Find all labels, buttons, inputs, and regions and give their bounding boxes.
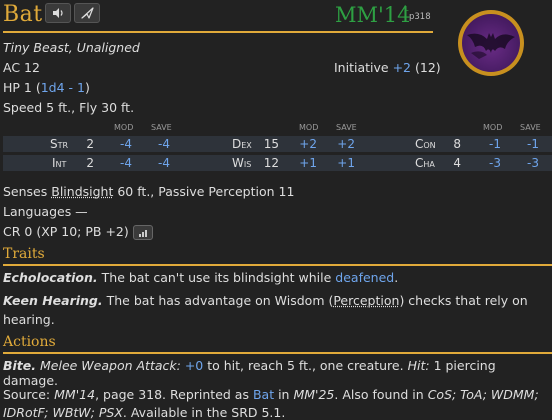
armor-class: AC 12 bbox=[3, 60, 40, 75]
traits-divider bbox=[3, 264, 552, 266]
attack-text: to hit, reach 5 ft., one creature. bbox=[207, 358, 404, 373]
reprint-link[interactable]: Bat bbox=[253, 387, 274, 402]
cr-scaler-button[interactable] bbox=[132, 225, 153, 240]
trait-text: ) checks that rely on bbox=[399, 293, 528, 308]
ability-wis: Wis bbox=[232, 156, 252, 170]
save-con[interactable]: -1 bbox=[515, 137, 539, 151]
mod-dex[interactable]: +2 bbox=[293, 137, 317, 151]
initiative-label: Initiative bbox=[334, 60, 389, 75]
source-book-2: MM'25 bbox=[293, 387, 335, 402]
score-con: 8 bbox=[453, 137, 461, 151]
mod-wis[interactable]: +1 bbox=[293, 156, 317, 170]
speed: Speed 5 ft., Fly 30 ft. bbox=[3, 100, 135, 115]
source-page: p318 bbox=[409, 12, 431, 22]
creature-type: Tiny Beast, Unaligned bbox=[3, 40, 140, 55]
senses-detail: 60 ft., Passive Perception 11 bbox=[117, 184, 295, 199]
cr-text: CR 0 (XP 10; PB +2) bbox=[3, 224, 129, 239]
other-sources-2: IDRotF; WBtW; PSX bbox=[3, 405, 123, 420]
creature-name: Bat bbox=[3, 2, 43, 27]
save-wis[interactable]: +1 bbox=[331, 156, 355, 170]
source-line: Source: MM'14, page 318. Reprinted as Ba… bbox=[3, 387, 552, 402]
trait-text-end: . bbox=[394, 270, 399, 285]
speaker-icon bbox=[52, 8, 63, 18]
traits-heading: Traits bbox=[3, 246, 45, 262]
save-dex[interactable]: +2 bbox=[331, 137, 355, 151]
ability-dex: Dex bbox=[232, 137, 252, 151]
score-str: 2 bbox=[86, 137, 94, 151]
mod-cha[interactable]: -3 bbox=[477, 156, 501, 170]
action-bite: Bite. Melee Weapon Attack: +0 to hit, re… bbox=[3, 358, 552, 388]
senses: Senses Blindsight 60 ft., Passive Percep… bbox=[3, 184, 294, 199]
save-str[interactable]: -4 bbox=[146, 137, 170, 151]
ability-int: Int bbox=[52, 156, 67, 170]
score-int: 2 bbox=[86, 156, 94, 170]
mod-str[interactable]: -4 bbox=[108, 137, 132, 151]
source-abbreviation[interactable]: MM'14 bbox=[335, 3, 411, 27]
save-int[interactable]: -4 bbox=[146, 156, 170, 170]
save-label: SAVE bbox=[520, 123, 541, 132]
trait-name: Keen Hearing. bbox=[3, 293, 103, 308]
hp-dice-roll[interactable]: 1d4 - 1 bbox=[41, 80, 85, 95]
ability-cha: Cha bbox=[415, 156, 435, 170]
trait-name: Echolocation. bbox=[3, 270, 98, 285]
actions-divider bbox=[3, 352, 552, 354]
perception-link[interactable]: Perception bbox=[333, 293, 399, 308]
deafened-link[interactable]: deafened bbox=[335, 270, 394, 285]
blindsight-link[interactable]: Blindsight bbox=[51, 184, 113, 199]
trait-echolocation: Echolocation. The bat can't use its blin… bbox=[3, 270, 398, 285]
creature-token[interactable] bbox=[458, 10, 524, 76]
attack-roll[interactable]: +0 bbox=[185, 358, 203, 373]
source-line-2: IDRotF; WBtW; PSX. Available in the SRD … bbox=[3, 405, 285, 420]
challenge-rating: CR 0 (XP 10; PB +2) bbox=[3, 224, 153, 240]
score-cha: 4 bbox=[453, 156, 461, 170]
mod-con[interactable]: -1 bbox=[477, 137, 501, 151]
actions-heading: Actions bbox=[3, 334, 56, 350]
initiative-score: (12) bbox=[414, 60, 441, 75]
hp-label: HP 1 ( bbox=[3, 80, 41, 95]
source-label: Source: bbox=[3, 387, 51, 402]
initiative: Initiative +2 (12) bbox=[334, 60, 441, 75]
source-book: MM'14 bbox=[54, 387, 96, 402]
mod-label: MOD bbox=[483, 123, 503, 132]
source-text: . Also found in bbox=[334, 387, 424, 402]
senses-label: Senses bbox=[3, 184, 48, 199]
hit-label: Hit: bbox=[407, 358, 430, 373]
send-to-button[interactable] bbox=[74, 3, 100, 23]
send-arrow-icon bbox=[80, 7, 94, 19]
source-text: in bbox=[278, 387, 290, 402]
trait-keen-hearing: Keen Hearing. The bat has advantage on W… bbox=[3, 293, 528, 308]
ability-str: Str bbox=[50, 137, 69, 151]
action-name: Bite. bbox=[3, 358, 37, 373]
attack-type: Melee Weapon Attack: bbox=[40, 358, 181, 373]
trait-text-cont: hearing. bbox=[3, 312, 55, 327]
mod-label: MOD bbox=[114, 123, 134, 132]
save-cha[interactable]: -3 bbox=[515, 156, 539, 170]
source-text: . Available in the SRD 5.1. bbox=[122, 405, 286, 420]
trait-text: The bat can't use its blindsight while bbox=[101, 270, 332, 285]
mod-label: MOD bbox=[299, 123, 319, 132]
source-text: , page 318. Reprinted as bbox=[95, 387, 249, 402]
bat-silhouette-icon bbox=[467, 33, 515, 59]
source-superscript: L bbox=[404, 4, 409, 13]
languages: Languages — bbox=[3, 204, 88, 219]
score-dex: 15 bbox=[263, 137, 279, 151]
read-aloud-button[interactable] bbox=[45, 3, 71, 23]
ability-con: Con bbox=[415, 137, 436, 151]
save-label: SAVE bbox=[336, 123, 357, 132]
save-label: SAVE bbox=[151, 123, 172, 132]
trait-text: The bat has advantage on Wisdom ( bbox=[106, 293, 334, 308]
header-divider bbox=[3, 31, 433, 33]
hit-points: HP 1 (1d4 - 1) bbox=[3, 80, 90, 95]
mod-int[interactable]: -4 bbox=[108, 156, 132, 170]
initiative-roll[interactable]: +2 bbox=[393, 60, 411, 75]
hp-suffix: ) bbox=[84, 80, 90, 95]
other-sources: CoS; ToA; WDMM; bbox=[427, 387, 539, 402]
score-wis: 12 bbox=[263, 156, 279, 170]
